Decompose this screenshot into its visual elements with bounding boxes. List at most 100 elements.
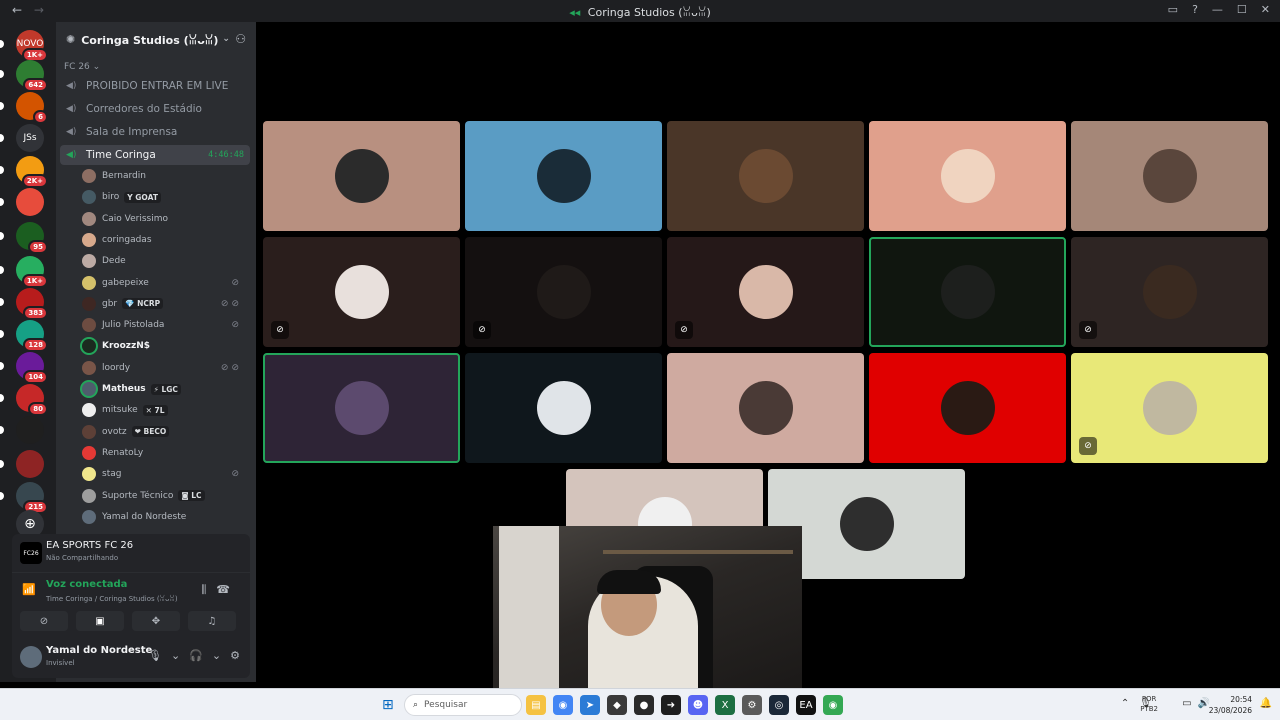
headphones-icon[interactable]: 🎧 [189, 649, 203, 662]
participant-tile[interactable]: ⊘ [1071, 237, 1268, 347]
file-explorer-icon[interactable]: ▤ [526, 695, 546, 715]
voice-user[interactable]: Dede [82, 251, 248, 271]
participant-tile[interactable] [869, 237, 1066, 347]
server-icon[interactable]: 104 [16, 352, 48, 384]
username[interactable]: Yamal do Nordeste [46, 645, 152, 656]
channel-item[interactable]: ◀) PROIBIDO ENTRAR EM LIVE [60, 76, 250, 96]
avatar[interactable] [20, 646, 42, 668]
app-blue-icon[interactable]: ➤ [580, 695, 600, 715]
activities-button[interactable]: ✥ [132, 611, 180, 631]
server-header[interactable]: ✺ Coringa Studios (ꈍᴗꈍ) ⌄ ⚇ [56, 22, 256, 56]
chrome-2-icon[interactable]: ◉ [823, 695, 843, 715]
maximize-button[interactable]: ☐ [1237, 3, 1247, 16]
server-icon[interactable]: 80 [16, 384, 48, 416]
monitor-icon[interactable]: ▭ [1182, 698, 1191, 709]
participant-tile[interactable]: ⊘ [667, 237, 864, 347]
clock[interactable]: 20:54 23/08/2026 [1209, 694, 1252, 716]
close-button[interactable]: ✕ [1261, 3, 1270, 16]
channel-item[interactable]: ◀) Corredores do Estádio [60, 99, 250, 119]
ea-app-icon[interactable]: EA [796, 695, 816, 715]
server-icon[interactable]: 128 [16, 320, 48, 352]
steam-icon[interactable]: ◎ [769, 695, 789, 715]
avatar [82, 424, 96, 439]
notification-bell-icon[interactable]: 🔔 [1260, 698, 1272, 709]
speaker-icon: ◀) [66, 81, 77, 91]
voice-user[interactable]: Caio Verissimo [82, 209, 248, 229]
participant-tile[interactable] [1071, 121, 1268, 231]
voice-user-name: RenatoLy [102, 447, 144, 458]
voice-user[interactable]: RenatoLy [82, 443, 248, 463]
language-indicator[interactable]: POR PTB2 [1140, 694, 1158, 714]
camera-off-button[interactable]: ⊘ [20, 611, 68, 631]
voice-user[interactable]: Suporte Técnico ◙ LC [82, 486, 248, 506]
voice-user[interactable]: loordy ⊘⊘ [82, 358, 248, 378]
app-round-icon[interactable]: ● [634, 695, 654, 715]
voice-user[interactable]: gbr 💎 NCRP ⊘⊘ [82, 294, 248, 314]
category-label[interactable]: FC 26 ⌄ [64, 62, 100, 72]
chevron-down-icon[interactable]: ⌄ [212, 649, 221, 662]
app-arrow-icon[interactable]: ➜ [661, 695, 681, 715]
server-icon[interactable]: 1K+ [16, 256, 48, 288]
clock-time: 20:54 [1230, 695, 1252, 704]
screen-share-button[interactable]: ▣ [76, 611, 124, 631]
server-icon[interactable] [16, 450, 44, 478]
microphone-icon[interactable]: 🎙 [148, 649, 162, 662]
channel-item[interactable]: ◀) Sala de Imprensa [60, 122, 250, 142]
participant-tile[interactable]: ⊘ [1071, 353, 1268, 463]
server-icon[interactable]: NOVO 1K+ [16, 30, 48, 62]
voice-user[interactable]: biro Y GOAT [82, 187, 248, 207]
voice-user[interactable]: Yamal do Nordeste [82, 507, 248, 527]
participant-tile[interactable]: ⊘ [465, 237, 662, 347]
participant-tile[interactable] [869, 121, 1066, 231]
chevron-up-icon[interactable]: ⌃ [1121, 698, 1129, 709]
participant-tile[interactable] [667, 121, 864, 231]
inbox-icon[interactable]: ▭ [1168, 3, 1178, 16]
server-icon[interactable]: JSs [16, 124, 44, 152]
windows-start-icon[interactable]: ⊞ [382, 697, 394, 713]
disconnect-icon[interactable]: ☎ [216, 583, 240, 596]
voice-user[interactable]: stag ⊘ [82, 464, 248, 484]
participant-tile[interactable] [465, 121, 662, 231]
server-icon[interactable]: 95 [16, 222, 48, 254]
voice-user[interactable]: Bernardin [82, 166, 248, 186]
server-icon[interactable]: 6 [16, 92, 48, 124]
voice-connected-label[interactable]: Voz conectada [46, 579, 127, 590]
voice-user[interactable]: mitsuke ✕ 7L [82, 400, 248, 420]
server-icon[interactable]: 383 [16, 288, 48, 320]
server-icon[interactable]: 2K+ [16, 156, 48, 188]
participant-tile[interactable] [667, 353, 864, 463]
server-icon[interactable] [16, 416, 44, 444]
participant-tile[interactable] [263, 353, 460, 463]
voice-user[interactable]: gabepeixe ⊘ [82, 273, 248, 293]
avatar [82, 488, 96, 503]
add-member-icon[interactable]: ⚇ [235, 32, 246, 46]
chrome-icon[interactable]: ◉ [553, 695, 573, 715]
voice-user[interactable]: KroozzN$ [82, 336, 248, 356]
gear-icon[interactable]: ⚙ [230, 649, 240, 662]
voice-user[interactable]: coringadas [82, 230, 248, 250]
search-input[interactable]: ⌕ Pesquisar [404, 694, 522, 716]
signal-icon[interactable]: 📶 [22, 583, 36, 596]
participant-tile[interactable] [869, 353, 1066, 463]
discord-icon[interactable]: ☻ [688, 695, 708, 715]
soundboard-button[interactable]: ♫ [188, 611, 236, 631]
voice-user[interactable]: Matheus ⚡ LGC [82, 379, 248, 399]
window-controls: ▭ ? — ☐ ✕ [1168, 3, 1270, 16]
chevron-down-icon[interactable]: ⌄ [171, 649, 180, 662]
help-icon[interactable]: ? [1192, 3, 1198, 16]
settings-icon[interactable]: ⚙ [742, 695, 762, 715]
excel-icon[interactable]: X [715, 695, 735, 715]
participant-tile[interactable] [465, 353, 662, 463]
voice-user[interactable]: ovotz ❤ BECO [82, 422, 248, 442]
minimize-button[interactable]: — [1212, 3, 1223, 16]
server-icon[interactable] [16, 188, 44, 216]
participant-tile[interactable]: ⊘ [263, 237, 460, 347]
server-icon[interactable]: 642 [16, 60, 48, 92]
participant-tile[interactable] [263, 121, 460, 231]
server-icon[interactable]: 215 [16, 482, 48, 514]
channel-item[interactable]: ◀) Time Coringa 4:46:48 [60, 145, 250, 165]
noise-suppression-icon[interactable]: ⫼ [201, 583, 216, 596]
app-dark-icon[interactable]: ◆ [607, 695, 627, 715]
voice-location[interactable]: Time Coringa / Coringa Studios (ꈍᴗꈍ) [46, 593, 178, 603]
voice-user[interactable]: Julio Pistolada ⊘ [82, 315, 248, 335]
